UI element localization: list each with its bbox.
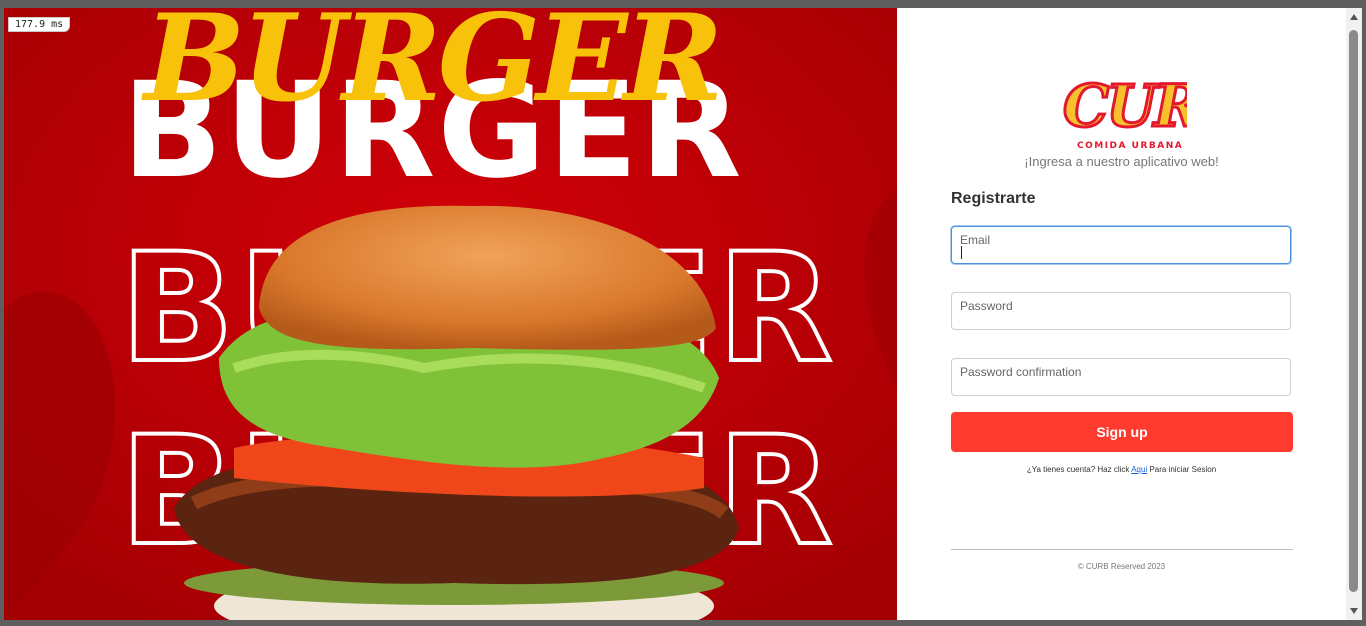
password-confirmation-field[interactable]: Password confirmation [951, 358, 1291, 396]
logo-wordmark: CURB [1063, 72, 1187, 140]
curb-logo: CURB COMIDA URBANA [1057, 64, 1251, 152]
password-confirmation-input[interactable] [960, 377, 1280, 393]
tagline: ¡Ingresa a nuestro aplicativo web! [1024, 154, 1219, 169]
footer-divider [951, 549, 1293, 550]
form-title: Registrarte [951, 190, 1036, 207]
login-prompt: ¿Ya tienes cuenta? Haz click Aqui Para i… [897, 465, 1346, 474]
footer-text: © CURB Reserved 2023 [1077, 562, 1166, 571]
password-field[interactable]: Password [951, 292, 1291, 330]
scroll-up-arrow-icon[interactable] [1350, 14, 1358, 20]
login-prompt-after: Para iniciar Sesion [1147, 465, 1217, 474]
login-link[interactable]: Aqui [1131, 465, 1147, 474]
perf-overlay: 177.9 ms [8, 17, 71, 32]
login-prompt-before: ¿Ya tienes cuenta? Haz click [1026, 465, 1132, 474]
signup-panel: CURB COMIDA URBANA ¡Ingresa a nuestro ap… [897, 8, 1346, 620]
signup-button[interactable]: Sign up [951, 412, 1293, 452]
scrollbar-thumb[interactable] [1349, 30, 1358, 592]
hero-image: BURGER BURGER BURGER BURGER [4, 8, 897, 620]
logo-subtitle: COMIDA URBANA [1077, 141, 1183, 151]
vertical-scrollbar[interactable] [1346, 8, 1362, 620]
hero-script-text: BURGER [141, 8, 719, 129]
password-input[interactable] [960, 311, 1280, 327]
email-field[interactable]: Email [951, 226, 1291, 264]
browser-viewport: BURGER BURGER BURGER BURGER 177.9 ms [4, 8, 1346, 620]
scroll-down-arrow-icon[interactable] [1350, 608, 1358, 614]
email-input[interactable] [960, 245, 1280, 261]
burger-illustration: BURGER BURGER BURGER BURGER [4, 8, 897, 620]
